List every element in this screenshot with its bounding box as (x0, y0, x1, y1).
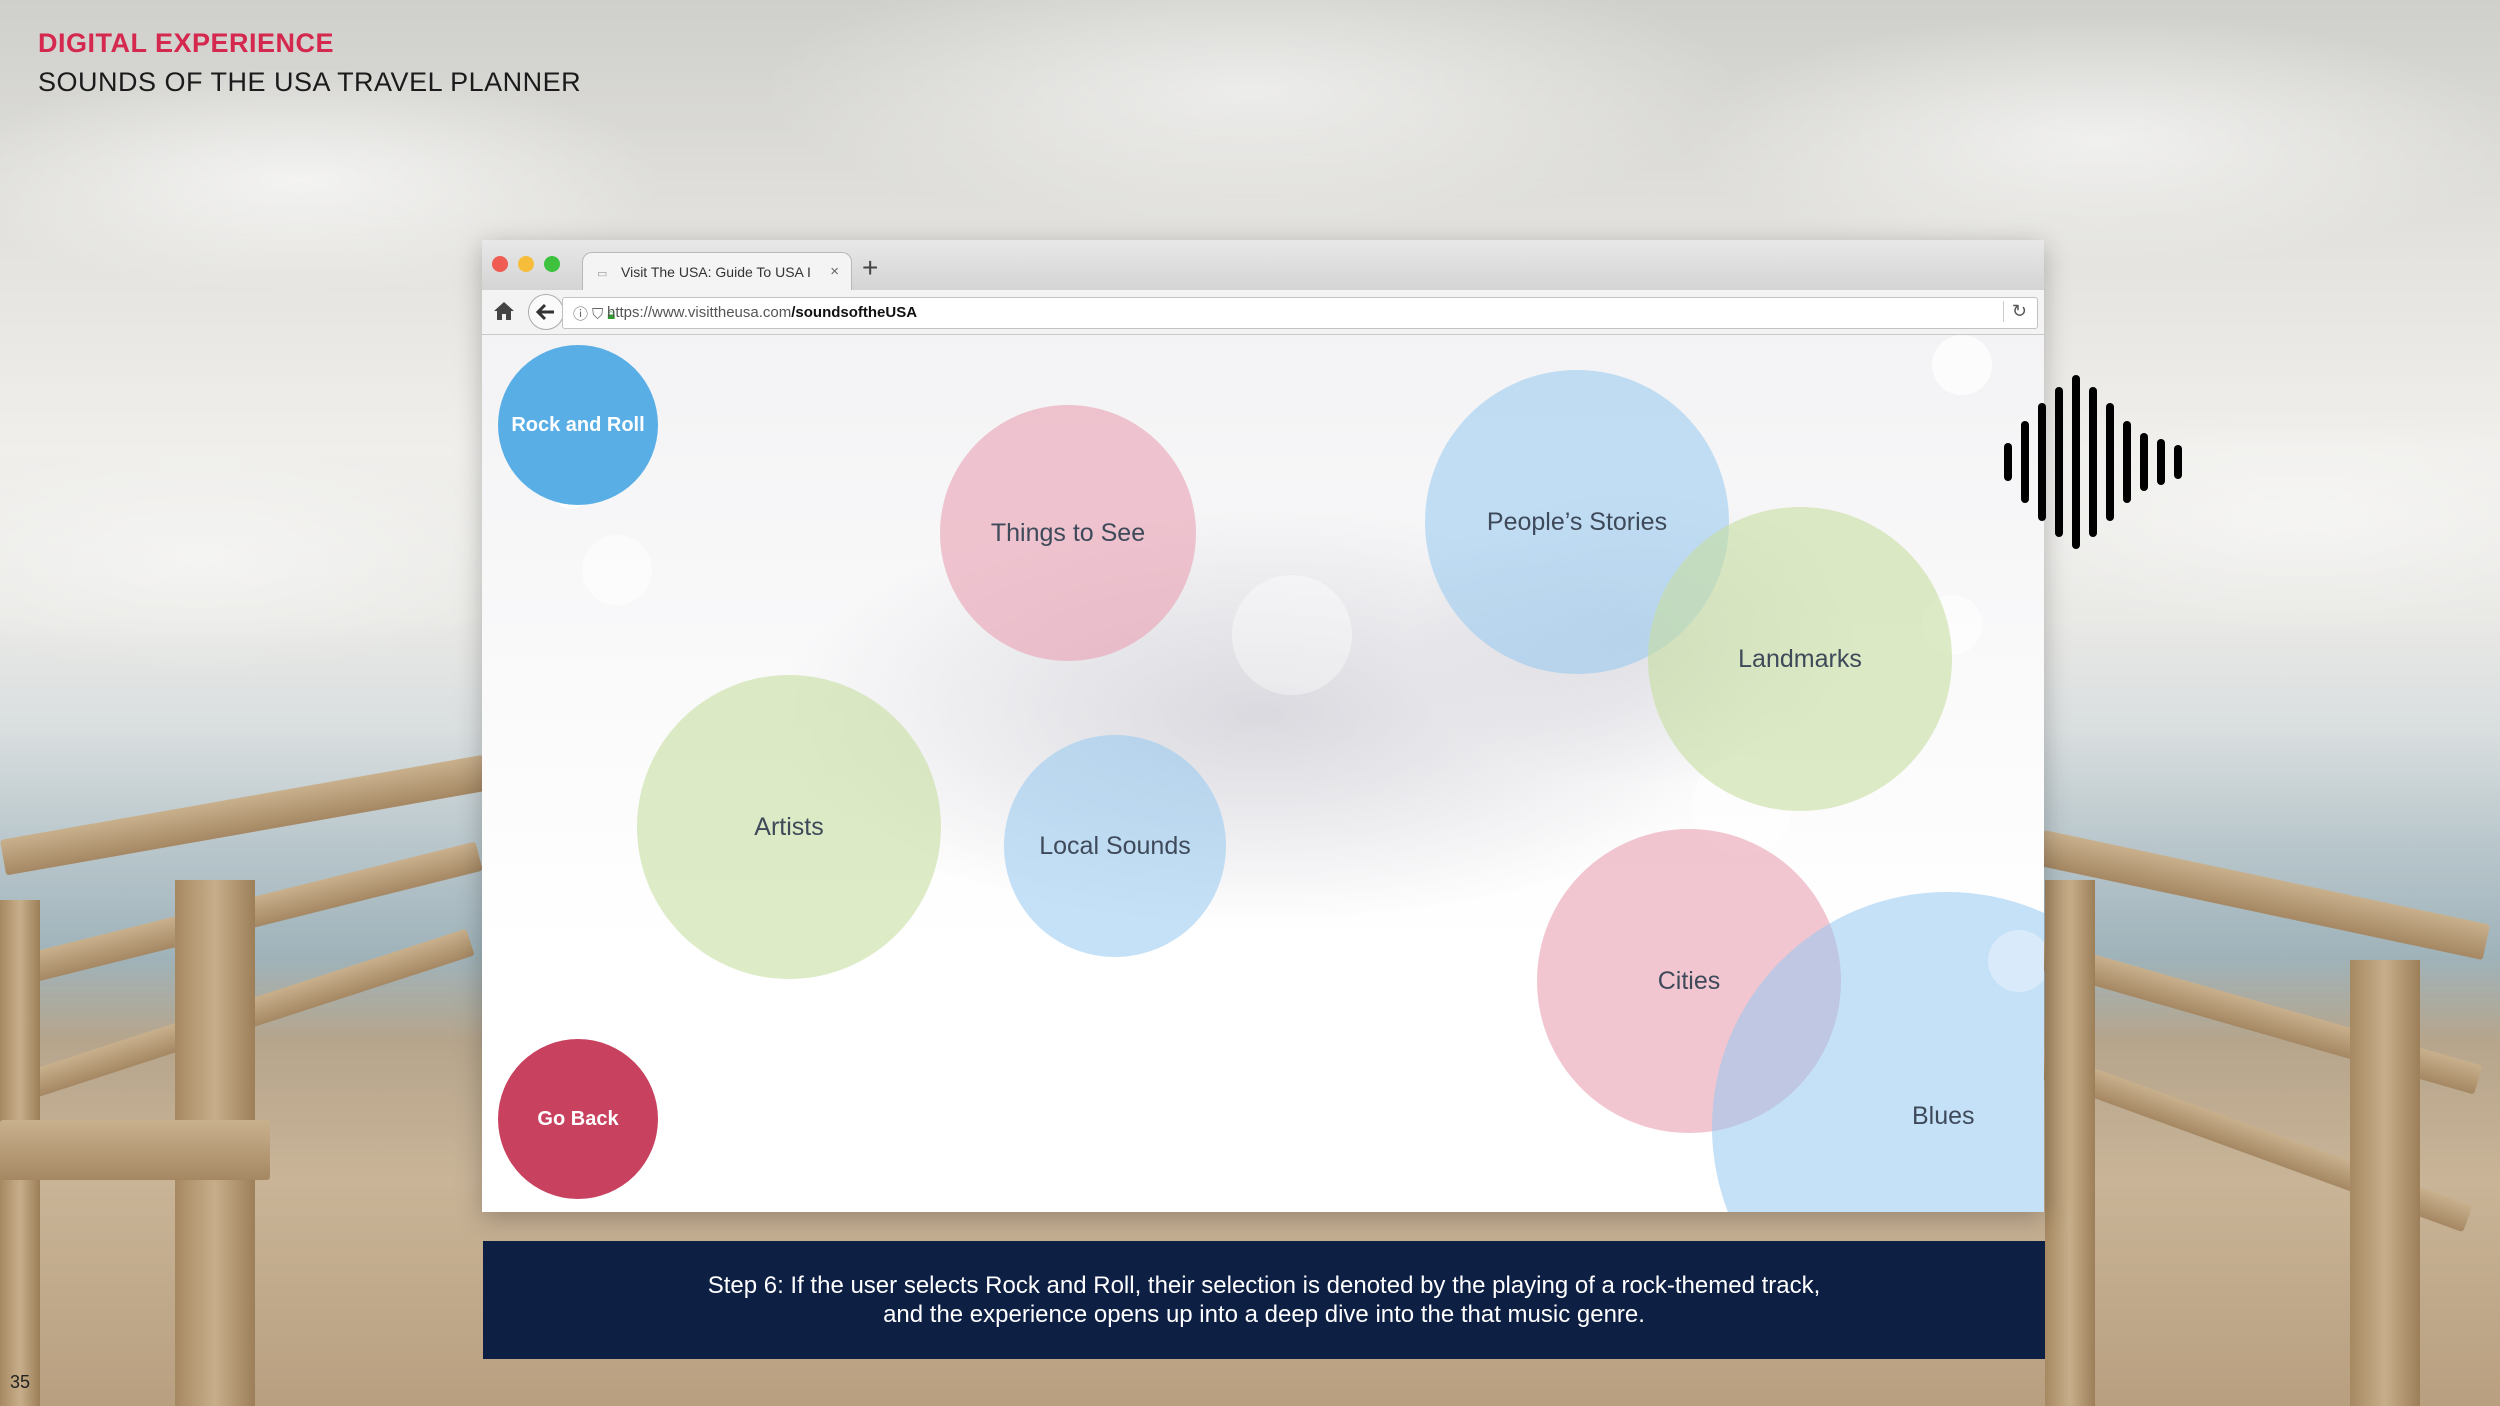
tab-title: Visit The USA: Guide To USA I (621, 263, 811, 280)
url-host: https://www.visittheusa.com (607, 304, 792, 321)
maximize-window-button[interactable] (544, 256, 560, 272)
bubble-artists[interactable]: Artists (637, 675, 941, 979)
bubble-label: Cities (1657, 966, 1721, 995)
close-window-button[interactable] (492, 256, 508, 272)
reload-icon[interactable]: ↻ (2002, 301, 2027, 322)
close-tab-icon[interactable]: × (830, 263, 839, 280)
step-caption: Step 6: If the user selects Rock and Rol… (483, 1241, 2045, 1359)
rock-and-roll-label: Rock and Roll (511, 413, 645, 436)
slide-subtitle: SOUNDS OF THE USA TRAVEL PLANNER (38, 67, 582, 97)
caption-line-1: Step 6: If the user selects Rock and Rol… (707, 1272, 1821, 1299)
bubble-label: Local Sounds (1039, 831, 1191, 860)
url-text[interactable]: https://www.visittheusa.com/soundsoftheU… (607, 304, 917, 321)
info-icon[interactable]: ⓘ (573, 306, 592, 323)
minimize-window-button[interactable] (518, 256, 534, 272)
rock-and-roll-button[interactable]: Rock and Roll (498, 345, 658, 505)
bokeh-light (1262, 975, 1412, 1125)
browser-navbar: ⓘ⛉🔒︎ https://www.visittheusa.com/soundso… (482, 290, 2044, 335)
bubble-landmarks[interactable]: Landmarks (1648, 507, 1952, 811)
bokeh-light (1988, 930, 2044, 992)
bubble-label: Landmarks (1738, 644, 1862, 673)
address-bar[interactable]: ⓘ⛉🔒︎ https://www.visittheusa.com/soundso… (562, 297, 2038, 329)
bubble-label: Things to See (990, 518, 1146, 547)
slide-heading: DIGITAL EXPERIENCE SOUNDS OF THE USA TRA… (38, 28, 581, 98)
bubble-local-sounds[interactable]: Local Sounds (1004, 735, 1226, 957)
url-path: /soundsoftheUSA (791, 304, 918, 321)
page-number: 35 (10, 1372, 31, 1392)
bokeh-light (582, 535, 652, 605)
shield-icon[interactable]: ⛉ (592, 306, 607, 323)
bubble-label: People’s Stories (1486, 507, 1668, 536)
favicon-icon: ▭ (597, 267, 608, 280)
slide-kicker: DIGITAL EXPERIENCE (38, 28, 335, 58)
home-icon[interactable] (492, 300, 516, 322)
go-back-label: Go Back (537, 1107, 619, 1130)
bubble-label: Blues (1912, 1102, 1975, 1130)
new-tab-button[interactable]: + (862, 254, 878, 282)
bokeh-light (1932, 335, 1992, 395)
sound-wave-icon (2004, 375, 2182, 549)
browser-window: ▭ Visit The USA: Guide To USA I × + ⓘ⛉🔒︎… (482, 240, 2044, 1212)
browser-tab[interactable]: ▭ Visit The USA: Guide To USA I × (582, 252, 852, 290)
browser-tab-strip: ▭ Visit The USA: Guide To USA I × + (482, 240, 2044, 291)
bubble-things-to-see[interactable]: Things to See (940, 405, 1196, 661)
page-viewport: Things to See People’s Stories Landmarks… (482, 335, 2044, 1212)
back-arrow-icon[interactable] (528, 294, 564, 330)
bubble-label: Artists (754, 812, 824, 841)
caption-line-2: and the experience opens up into a deep … (883, 1301, 1645, 1328)
go-back-button[interactable]: Go Back (498, 1039, 658, 1199)
bokeh-light (1232, 575, 1352, 695)
